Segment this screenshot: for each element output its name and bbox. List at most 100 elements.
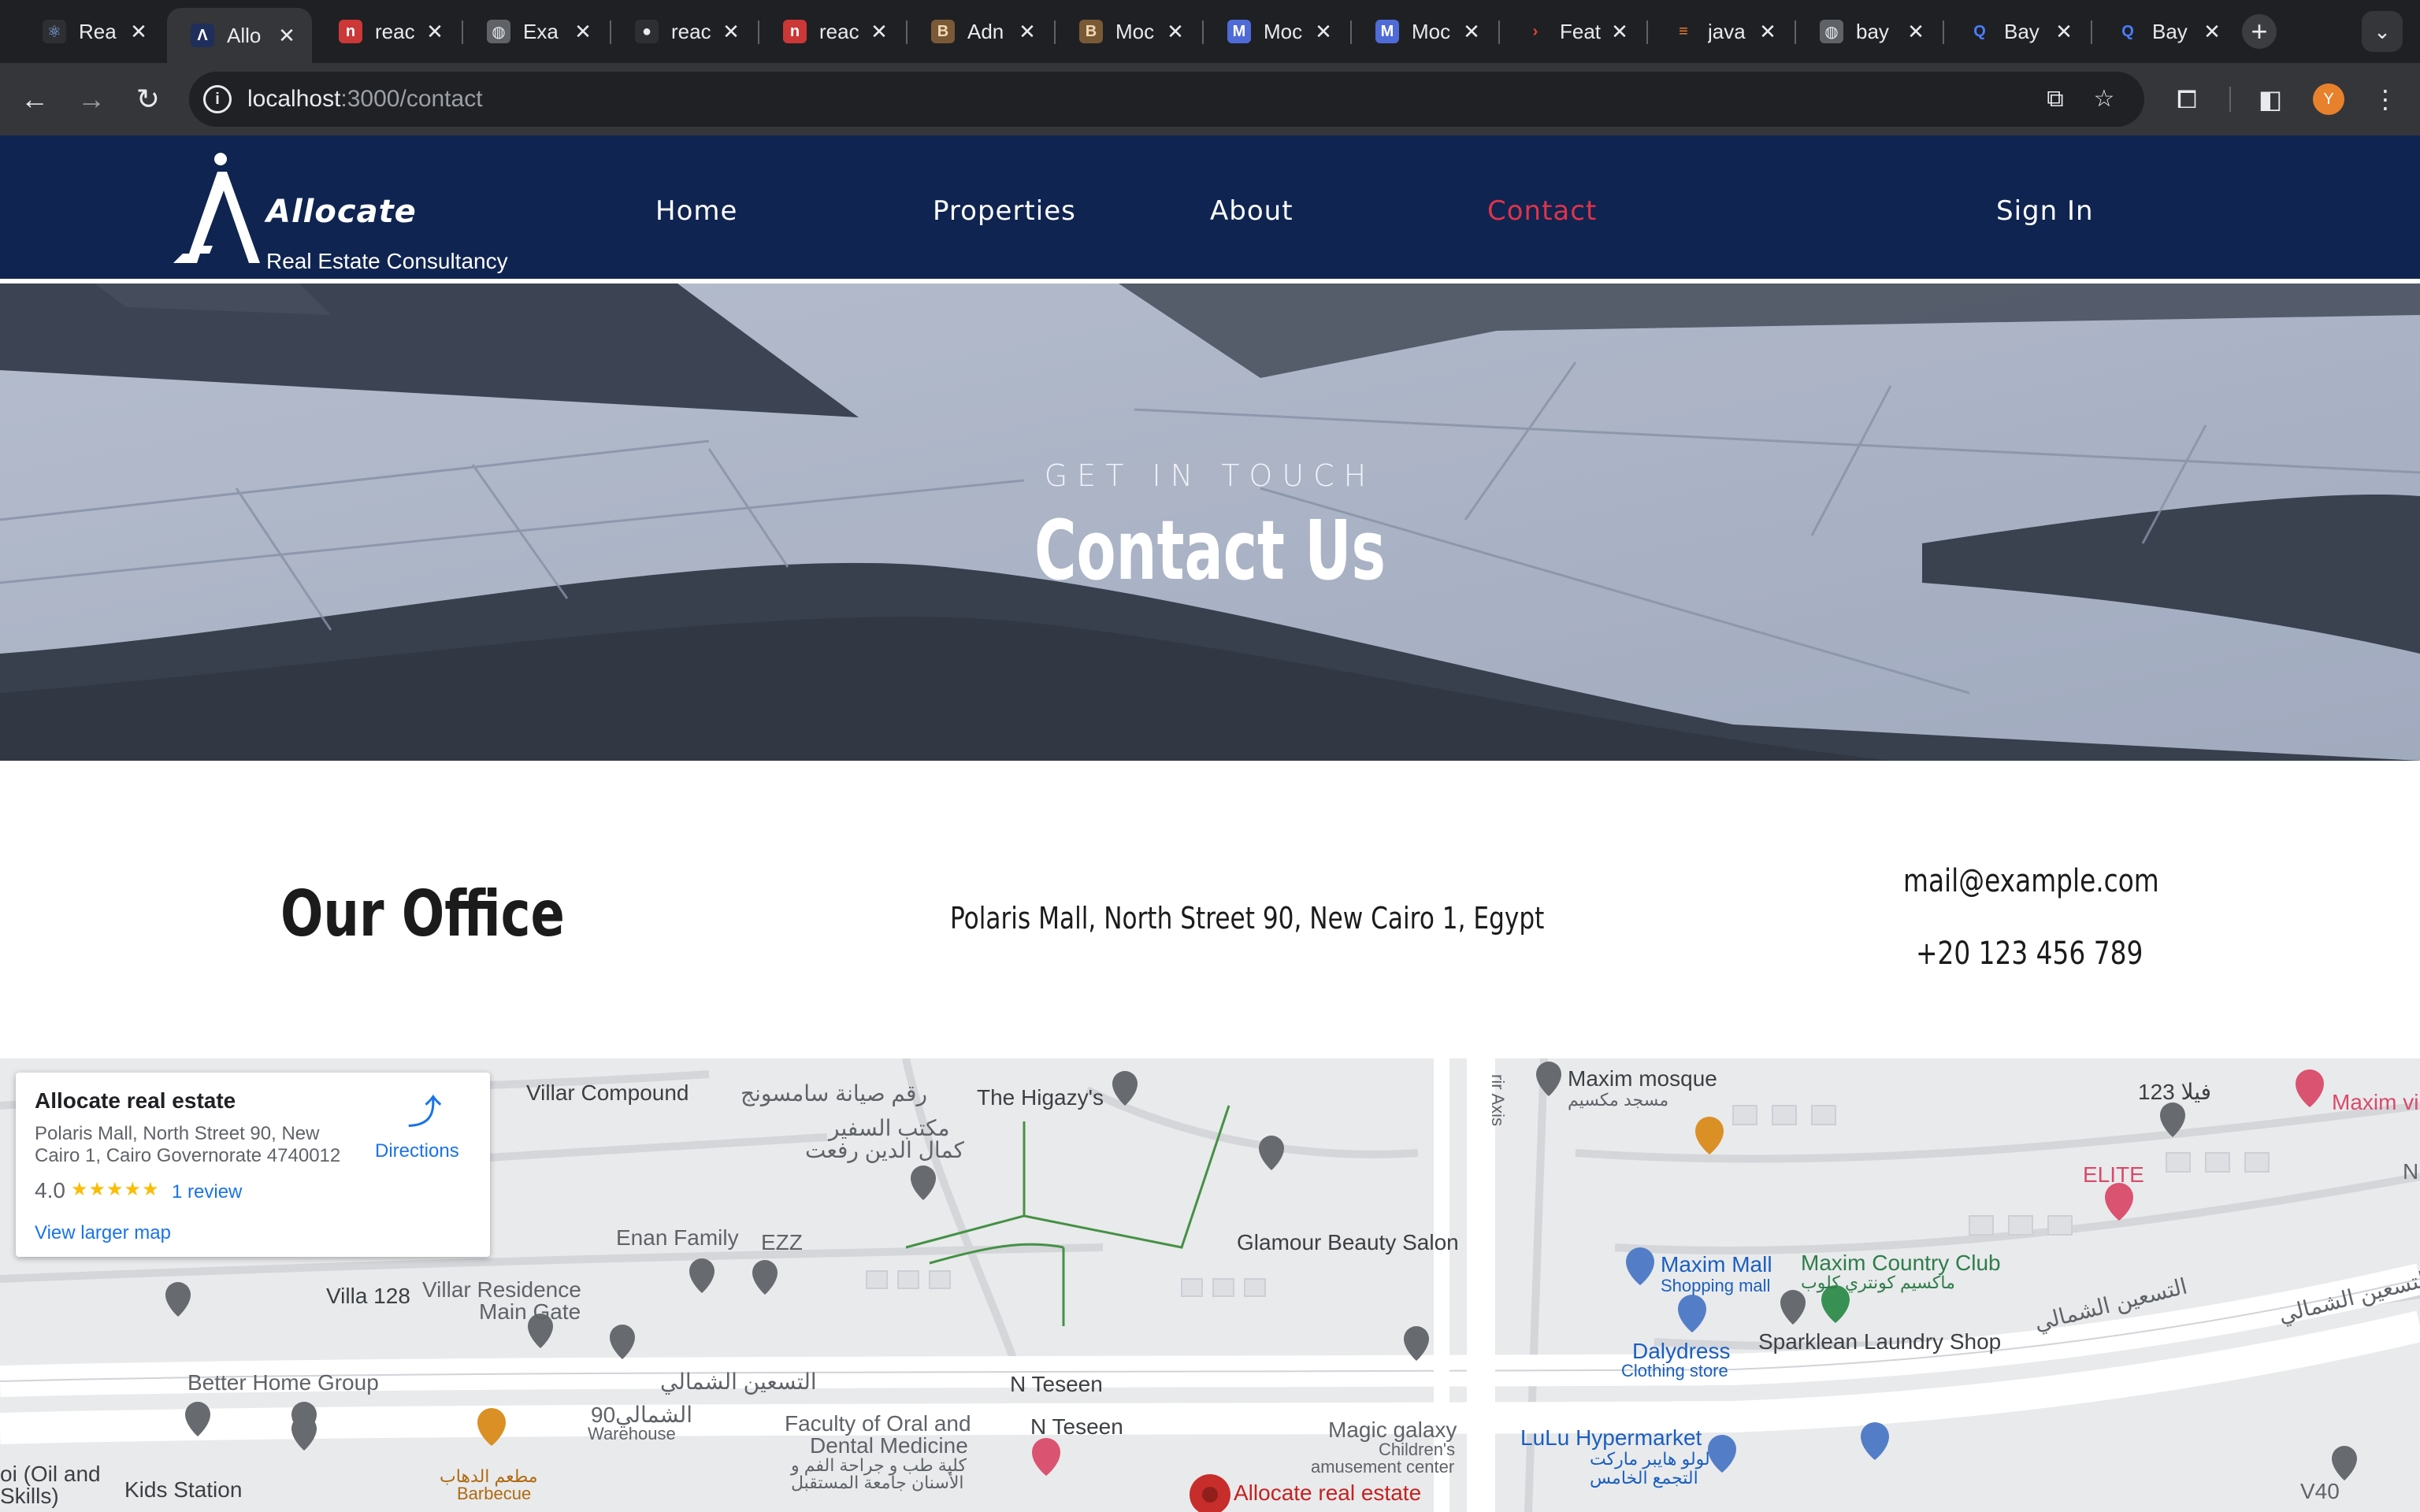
browser-tab[interactable]: › Feat ✕ (1500, 9, 1645, 54)
browser-tab[interactable]: Q Bay ✕ (1944, 9, 2089, 54)
map-label-villa123[interactable]: 123 فيلا (2138, 1079, 2211, 1105)
back-button[interactable]: ← (14, 79, 55, 120)
map-label-villar-ar[interactable]: رقم صيانة سامسونج (740, 1080, 927, 1106)
profile-avatar[interactable]: Y (2313, 83, 2344, 115)
browser-tab[interactable]: n reac ✕ (759, 9, 904, 54)
extensions-puzzle-icon[interactable]: ⧠ (2168, 80, 2206, 118)
map-label-n-teseen-1: N Teseen (1010, 1372, 1103, 1396)
open-in-app-icon[interactable]: ⧉ (2039, 83, 2072, 116)
tab-search-button[interactable]: ⌄ (2362, 11, 2403, 52)
google-map-embed[interactable]: Villar Compound رقم صيانة سامسونج The Hi… (0, 1058, 2420, 1512)
nav-link-properties[interactable]: Properties (933, 195, 1076, 227)
nav-link-sign-in[interactable]: Sign In (1996, 195, 2094, 227)
tab-close-icon[interactable]: ✕ (1314, 20, 1333, 44)
map-label-lulu[interactable]: LuLu Hypermarket (1520, 1425, 1702, 1451)
browser-tab[interactable]: ● reac ✕ (611, 9, 756, 54)
map-label-glamour[interactable]: Glamour Beauty Salon (1237, 1230, 1459, 1255)
map-label-maxim-vi[interactable]: Maxim vi (2332, 1090, 2418, 1115)
map-label-maxim-mall[interactable]: Maxim Mall (1661, 1252, 1772, 1277)
tab-separator (462, 20, 463, 44)
rating-stars-icon: ★★★★★ (71, 1179, 160, 1200)
tab-close-icon[interactable]: ✕ (573, 20, 592, 44)
office-section: Our Office Polaris Mall, North Street 90… (0, 761, 2420, 1058)
map-label-villa128[interactable]: Villa 128 (326, 1284, 410, 1309)
bookmark-star-icon[interactable]: ☆ (2088, 83, 2121, 116)
tab-separator (1350, 20, 1352, 44)
map-label-sparklean[interactable]: Sparklean Laundry Shop (1758, 1329, 2001, 1354)
map-label-office-ar2[interactable]: كمال الدين رفعت (805, 1137, 964, 1163)
browser-tab[interactable]: M Moc ✕ (1352, 9, 1497, 54)
url-text[interactable]: localhost:3000/contact (247, 86, 483, 113)
tab-separator (906, 20, 908, 44)
q-icon: Q (1968, 20, 1991, 43)
browser-tab[interactable]: B Moc ✕ (1056, 9, 1201, 54)
map-label-axis: rir Axis (1488, 1074, 1508, 1126)
tab-close-icon[interactable]: ✕ (1758, 20, 1777, 44)
nav-link-about[interactable]: About (1210, 195, 1294, 227)
map-label-kids[interactable]: Kids Station (124, 1477, 242, 1503)
view-larger-map-link[interactable]: View larger map (35, 1222, 171, 1244)
browser-tab[interactable]: B Adn ✕ (908, 9, 1052, 54)
tab-close-icon[interactable]: ✕ (277, 24, 296, 48)
browser-tab[interactable]: ◍ Exa ✕ (463, 9, 608, 54)
tab-close-icon[interactable]: ✕ (1166, 20, 1185, 44)
map-label-maxim-mosque[interactable]: Maxim mosque (1568, 1066, 1717, 1091)
tab-separator (1795, 20, 1796, 44)
tab-separator (610, 20, 611, 44)
hero-banner: GET IN TOUCH Contact Us (0, 284, 2420, 761)
tab-close-icon[interactable]: ✕ (1610, 20, 1629, 44)
map-label-better-home[interactable]: Better Home Group (187, 1370, 379, 1395)
tab-close-icon[interactable]: ✕ (1906, 20, 1925, 44)
tab-title: Moc (1115, 19, 1155, 43)
side-panel-icon[interactable]: ◧ (2251, 80, 2289, 118)
site-logo[interactable]: Allocate Real Estate Consultancy (172, 151, 534, 273)
directions-icon[interactable]: ⤴ (405, 1093, 444, 1132)
tab-close-icon[interactable]: ✕ (129, 20, 148, 44)
more-menu-icon[interactable]: ⋮ (2366, 80, 2404, 118)
office-email[interactable]: mail@example.com (1903, 863, 2159, 899)
tab-close-icon[interactable]: ✕ (1018, 20, 1037, 44)
reviews-link[interactable]: 1 review (172, 1181, 242, 1203)
address-bar[interactable]: i localhost:3000/contact ⧉ ☆ (189, 72, 2144, 127)
tab-close-icon[interactable]: ✕ (870, 20, 889, 44)
directions-link[interactable]: Directions (375, 1140, 459, 1162)
map-label-higazy[interactable]: The Higazy's (977, 1085, 1104, 1110)
map-label-allocate-pin[interactable]: Allocate real estate (1234, 1480, 1421, 1506)
allocate-icon: Λ (191, 24, 214, 47)
browser-tab[interactable]: n reac ✕ (315, 9, 460, 54)
place-name: Allocate real estate (35, 1088, 236, 1113)
reload-button[interactable]: ↻ (128, 79, 169, 120)
tab-separator (2091, 20, 2092, 44)
map-label-villar[interactable]: Villar Compound (526, 1080, 689, 1106)
tab-close-icon[interactable]: ✕ (2054, 20, 2073, 44)
toolbar-divider (2229, 87, 2231, 112)
tab-close-icon[interactable]: ✕ (2203, 20, 2221, 44)
new-tab-button[interactable]: + (2242, 14, 2277, 49)
map-label-oil2[interactable]: Skills) (0, 1484, 59, 1509)
nav-link-home[interactable]: Home (655, 195, 737, 227)
browser-tab[interactable]: Λ Allo ✕ (167, 8, 312, 63)
browser-tab[interactable]: Q Bay ✕ (2092, 9, 2237, 54)
map-label-maxim-club-ar: ماكسيم كونتري كلوب (1801, 1273, 1955, 1292)
hero-kicker: GET IN TOUCH (1044, 458, 1376, 493)
map-label-villar-res2[interactable]: Main Gate (479, 1299, 581, 1325)
place-address: Polaris Mall, North Street 90, New Cairo… (35, 1123, 341, 1166)
browser-tab[interactable]: ◍ bay ✕ (1796, 9, 1941, 54)
office-phone[interactable]: +20 123 456 789 (1916, 936, 2143, 972)
nav-link-contact[interactable]: Contact (1487, 195, 1597, 227)
browser-tab[interactable]: M Moc ✕ (1204, 9, 1349, 54)
map-label-elite[interactable]: ELITE (2083, 1162, 2144, 1188)
tab-close-icon[interactable]: ✕ (425, 20, 444, 44)
site-info-icon[interactable]: i (203, 85, 232, 113)
map-label-ezz[interactable]: EZZ (761, 1230, 803, 1255)
tab-close-icon[interactable]: ✕ (1462, 20, 1481, 44)
map-label-barbecue[interactable]: Barbecue (457, 1484, 531, 1504)
forward-button[interactable]: → (71, 79, 112, 120)
web-page: Allocate Real Estate Consultancy Home Pr… (0, 135, 2420, 1512)
tab-close-icon[interactable]: ✕ (722, 20, 740, 44)
browser-tab[interactable]: ⚛ Rea ✕ (19, 9, 164, 54)
map-label-enan[interactable]: Enan Family (616, 1225, 739, 1251)
browser-tab[interactable]: ≡ java ✕ (1648, 9, 1793, 54)
site-header: Allocate Real Estate Consultancy Home Pr… (0, 135, 2420, 284)
tab-title: Bay (2004, 19, 2040, 43)
